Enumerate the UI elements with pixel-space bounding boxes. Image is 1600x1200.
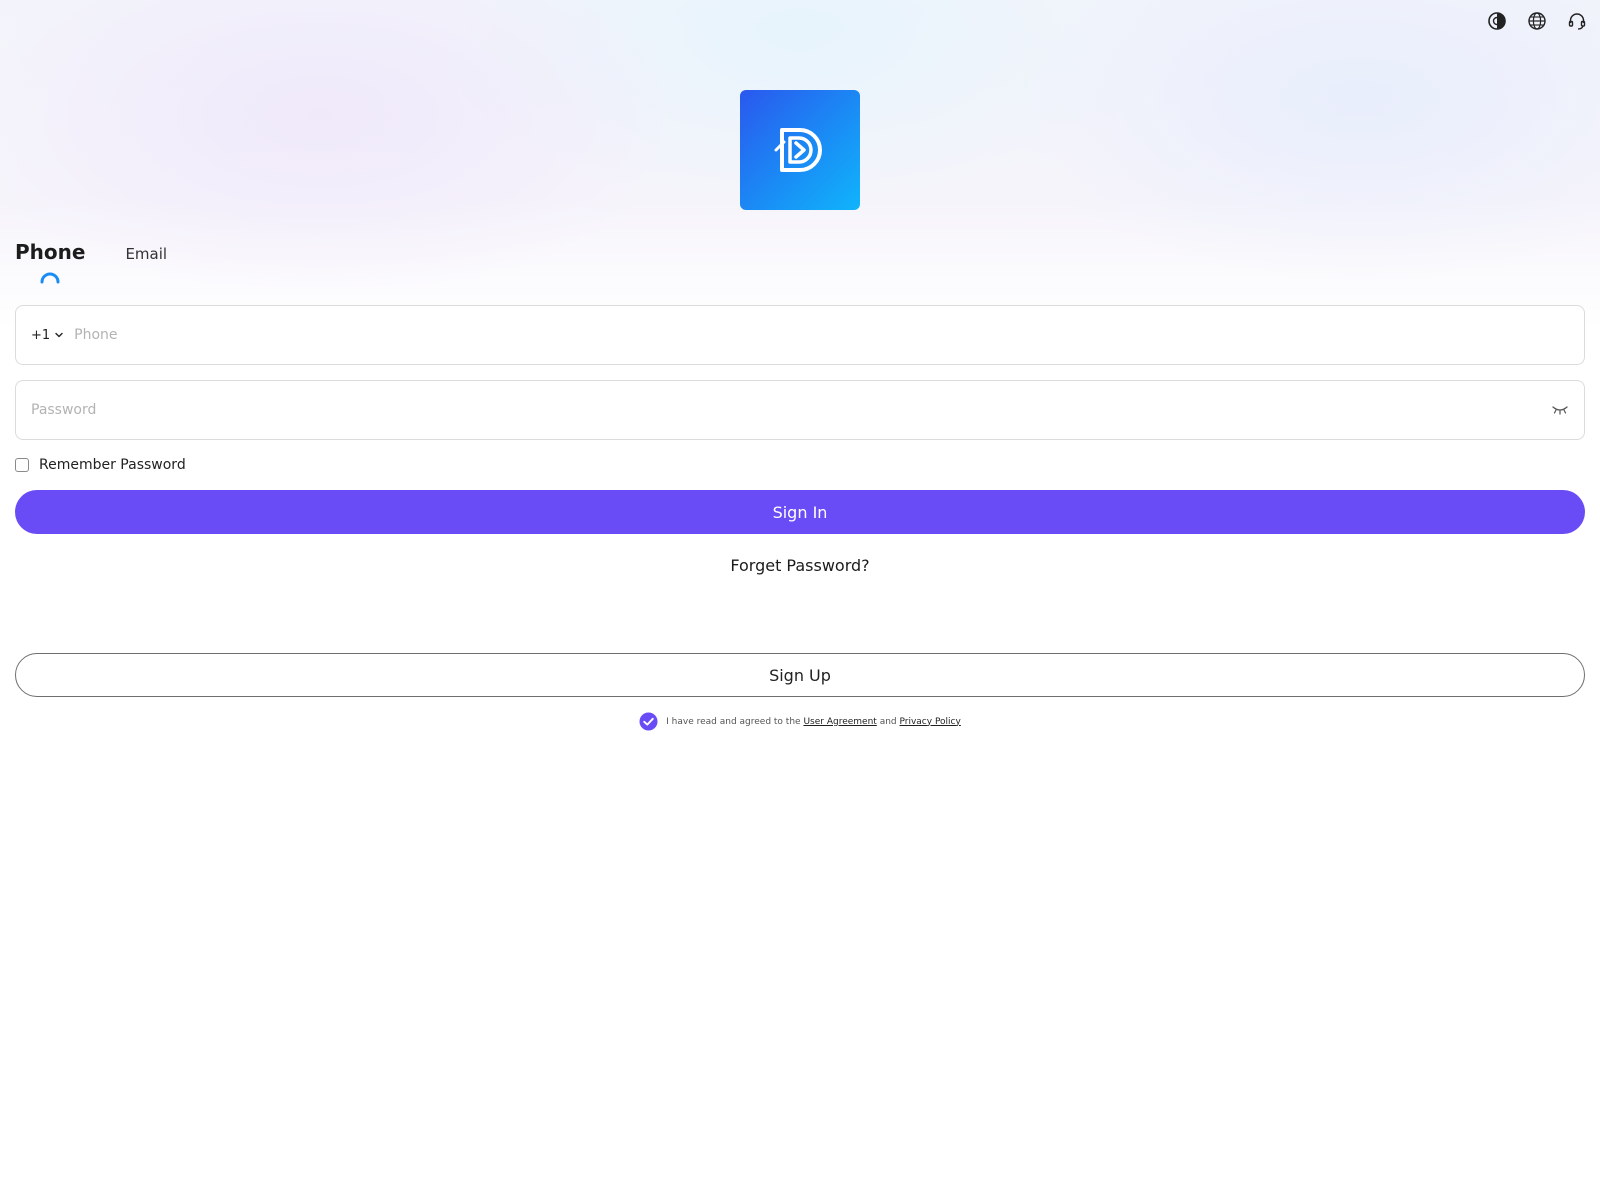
forget-password-link[interactable]: Forget Password?	[730, 556, 869, 575]
agreement-text: I have read and agreed to the User Agree…	[666, 717, 961, 727]
tab-phone[interactable]: Phone	[15, 240, 86, 284]
remember-password-label[interactable]: Remember Password	[39, 457, 186, 473]
sign-up-button[interactable]: Sign Up	[15, 653, 1585, 697]
app-logo	[740, 90, 860, 210]
password-field	[15, 380, 1585, 440]
tab-email-label: Email	[125, 245, 168, 263]
privacy-policy-link[interactable]: Privacy Policy	[900, 717, 961, 727]
agreement-and: and	[879, 716, 897, 727]
forget-password-row: Forget Password?	[0, 556, 1600, 575]
agreement-prefix: I have read and agreed to the	[666, 716, 801, 727]
tab-phone-label: Phone	[15, 240, 86, 264]
password-input[interactable]	[31, 402, 1551, 418]
headset-icon[interactable]	[1566, 10, 1588, 32]
checkmark-circle-icon	[639, 712, 658, 731]
remember-password-checkbox[interactable]	[15, 458, 29, 472]
chevron-down-icon	[55, 332, 63, 338]
agreement-checkbox[interactable]	[639, 712, 658, 731]
login-page: Phone Email +1 Re	[0, 0, 1600, 1200]
agreement-row: I have read and agreed to the User Agree…	[0, 712, 1600, 731]
phone-field: +1	[15, 305, 1585, 365]
country-code-select[interactable]: +1	[31, 328, 64, 343]
tab-email[interactable]: Email	[125, 240, 167, 263]
login-method-tabs: Phone Email	[15, 240, 167, 284]
sign-in-button[interactable]: Sign In	[15, 490, 1585, 534]
contrast-icon[interactable]	[1486, 10, 1508, 32]
logo-d-icon	[774, 128, 822, 172]
globe-icon[interactable]	[1526, 10, 1548, 32]
user-agreement-link[interactable]: User Agreement	[803, 717, 876, 727]
top-toolbar	[1486, 10, 1588, 32]
country-code-value: +1	[31, 327, 51, 343]
remember-password: Remember Password	[15, 457, 186, 473]
eye-closed-icon[interactable]	[1551, 401, 1569, 419]
active-tab-indicator	[40, 272, 60, 284]
phone-input[interactable]	[74, 327, 1569, 343]
